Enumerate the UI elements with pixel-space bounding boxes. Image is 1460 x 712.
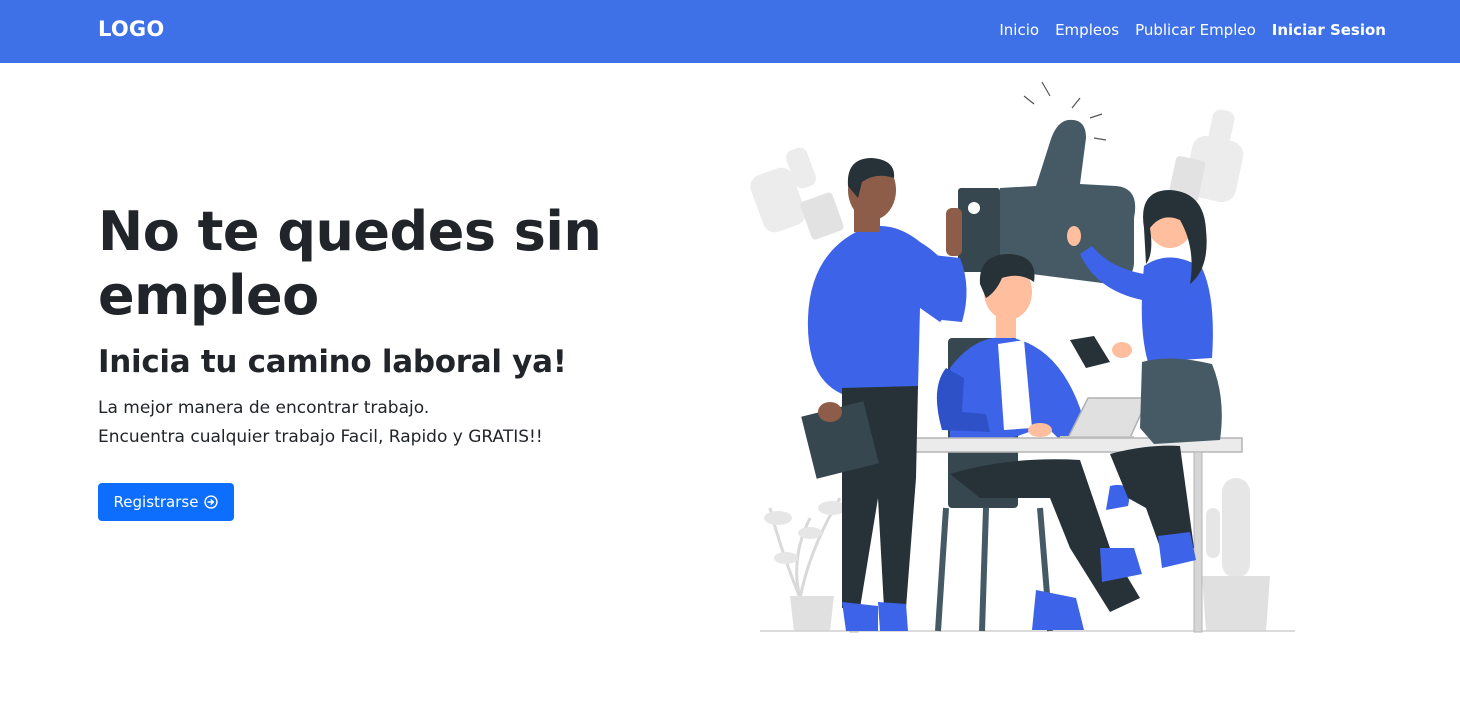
navbar: LOGO Inicio Empleos Publicar Empleo Inic… bbox=[0, 0, 1460, 63]
hero-description: La mejor manera de encontrar trabajo. En… bbox=[98, 394, 543, 452]
background-thumbs-right bbox=[1168, 109, 1244, 203]
nav-link-publicar-empleo[interactable]: Publicar Empleo bbox=[1135, 21, 1256, 39]
nav-link-iniciar-sesion[interactable]: Iniciar Sesion bbox=[1272, 21, 1386, 39]
plant-left bbox=[764, 497, 846, 631]
hero-description-line-2: Encuentra cualquier trabajo Facil, Rapid… bbox=[98, 427, 543, 447]
nav-link-inicio[interactable]: Inicio bbox=[999, 21, 1039, 39]
hero-subtitle: Inicia tu camino laboral ya! bbox=[98, 344, 567, 380]
arrow-right-circle-icon bbox=[204, 495, 219, 509]
register-button-label: Registrarse bbox=[113, 493, 199, 511]
cactus-right bbox=[1202, 478, 1270, 631]
hero-title: No te quedes sin empleo bbox=[98, 200, 602, 327]
background-thumbs-left bbox=[750, 147, 844, 240]
logo[interactable]: LOGO bbox=[98, 17, 164, 41]
hero-description-line-1: La mejor manera de encontrar trabajo. bbox=[98, 398, 430, 418]
team-illustration bbox=[750, 81, 1295, 633]
nav-link-empleos[interactable]: Empleos bbox=[1055, 21, 1119, 39]
big-thumbs-up bbox=[958, 119, 1136, 285]
nav-links: Inicio Empleos Publicar Empleo Iniciar S… bbox=[999, 21, 1386, 39]
register-button[interactable]: Registrarse bbox=[98, 483, 234, 521]
